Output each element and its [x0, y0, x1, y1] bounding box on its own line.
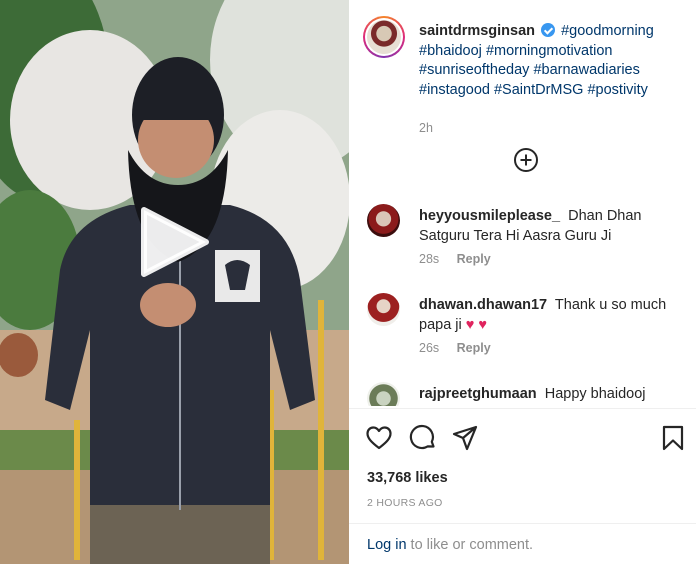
author-avatar[interactable]	[363, 16, 405, 58]
hashtag[interactable]: #postivity	[587, 82, 647, 98]
comment-text: heyyousmileplease_ Dhan Dhan Satguru Ter…	[419, 206, 679, 246]
bookmark-icon	[662, 425, 684, 451]
comment-text: rajpreetghumaan Happy bhaidooj papa	[419, 384, 679, 406]
commenter-avatar[interactable]	[367, 382, 400, 406]
comment-meta: 26s Reply	[419, 341, 491, 355]
login-link[interactable]: Log in	[367, 537, 407, 553]
comments-list: heyyousmileplease_ Dhan Dhan Satguru Ter…	[349, 196, 696, 406]
caption-timestamp: 2h	[419, 121, 433, 135]
play-icon	[141, 207, 209, 277]
caption-text: saintdrmsginsan #goodmorning #bhaidooj #…	[419, 22, 689, 100]
commenter-avatar[interactable]	[367, 204, 400, 237]
hashtag[interactable]: #instagood	[419, 82, 490, 98]
comment-time: 26s	[419, 341, 440, 355]
plus-circle-icon	[514, 148, 538, 172]
post-time-ago: 2 HOURS AGO	[367, 497, 443, 509]
hashtag[interactable]: #sunriseoftheday	[419, 62, 529, 78]
divider	[349, 523, 696, 524]
comment-button[interactable]	[409, 424, 437, 452]
login-prompt: Log in to like or comment.	[367, 537, 533, 553]
post-video[interactable]	[0, 0, 349, 564]
commenter-username[interactable]: rajpreetghumaan	[419, 386, 537, 402]
hashtag[interactable]: #SaintDrMSG	[494, 82, 583, 98]
commenter-username[interactable]: dhawan.dhawan17	[419, 297, 547, 313]
divider	[349, 408, 696, 409]
hashtag[interactable]: #goodmorning	[561, 23, 654, 39]
comment-text: dhawan.dhawan17 Thank u so much papa ji …	[419, 295, 679, 335]
heart-icon	[366, 426, 392, 450]
verified-badge-icon	[541, 23, 556, 37]
like-button[interactable]	[365, 424, 393, 452]
save-button[interactable]	[659, 424, 687, 452]
comment-meta: 28s Reply	[419, 252, 491, 266]
post-side-panel: saintdrmsginsan #goodmorning #bhaidooj #…	[349, 0, 696, 564]
paper-plane-icon	[452, 425, 478, 451]
post-actions	[363, 424, 685, 452]
commenter-username[interactable]: heyyousmileplease_	[419, 208, 560, 224]
author-username[interactable]: saintdrmsginsan	[419, 23, 535, 39]
share-button[interactable]	[451, 424, 479, 452]
login-prompt-text: to like or comment.	[410, 537, 534, 553]
load-more-comments-button[interactable]	[513, 147, 539, 173]
reply-button[interactable]: Reply	[457, 252, 491, 266]
video-frame	[0, 0, 349, 564]
comment-icon	[409, 424, 435, 450]
play-button[interactable]	[136, 204, 212, 280]
comment-time: 28s	[419, 252, 440, 266]
heart-emoji-icon: ♥ ♥	[465, 317, 488, 333]
reply-button[interactable]: Reply	[457, 341, 491, 355]
like-count[interactable]: 33,768 likes	[367, 470, 448, 486]
hashtag[interactable]: #barnawadiaries	[533, 62, 639, 78]
hashtag[interactable]: #morningmotivation	[486, 43, 613, 59]
hashtag[interactable]: #bhaidooj	[419, 43, 482, 59]
commenter-avatar[interactable]	[367, 293, 400, 326]
